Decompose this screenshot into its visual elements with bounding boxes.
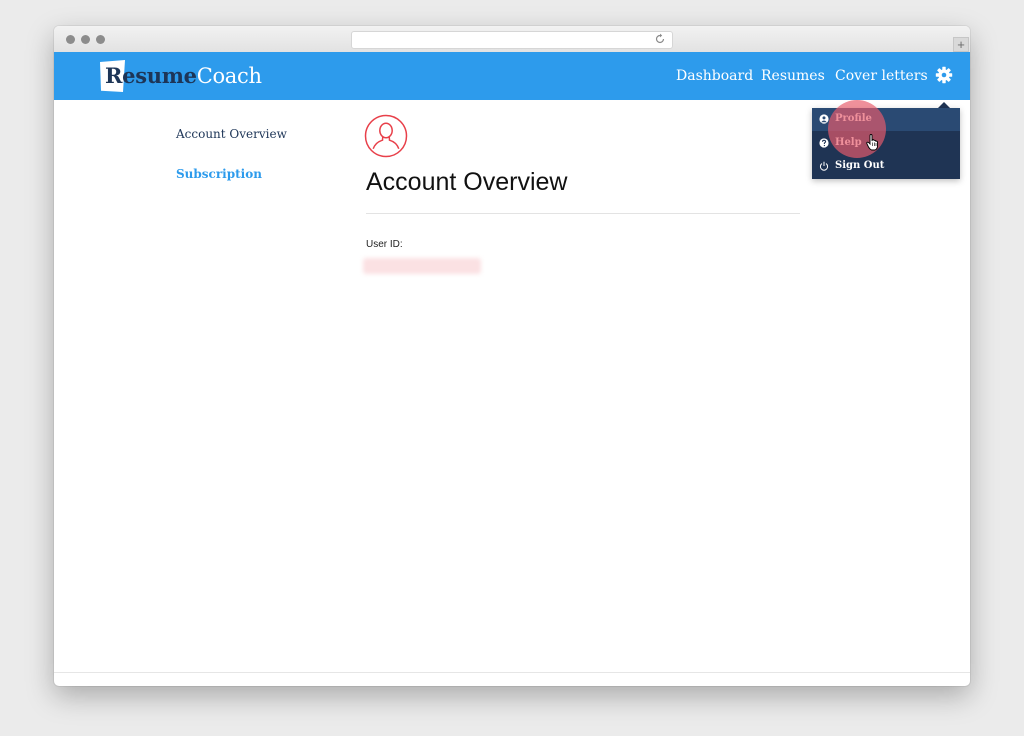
new-tab-icon[interactable]: + [953, 37, 969, 52]
nav-dashboard-link[interactable]: Dashboard [676, 67, 753, 85]
browser-window: + ResumeCoach Dashboard Resumes Cover le… [54, 26, 970, 686]
dropdown-item-label: Help [835, 137, 862, 148]
dropdown-item-help[interactable]: Help [812, 132, 960, 155]
logo-text: ResumeCoach [105, 63, 262, 89]
browser-titlebar: + [54, 26, 970, 53]
nav-resumes-link[interactable]: Resumes [761, 67, 825, 85]
title-divider [366, 213, 800, 214]
minimize-window-button[interactable] [81, 35, 90, 44]
user-id-value-redacted [363, 258, 481, 274]
maximize-window-button[interactable] [96, 35, 105, 44]
logo-text-resume: Resume [105, 63, 197, 88]
user-id-label: User ID: [366, 239, 403, 250]
footer-divider [54, 672, 970, 673]
page-title: Account Overview [366, 168, 568, 196]
gear-icon[interactable] [935, 66, 953, 84]
sidebar-item-account-overview[interactable]: Account Overview [176, 126, 287, 142]
dropdown-item-label: Sign Out [835, 160, 885, 171]
address-bar[interactable] [351, 31, 673, 49]
nav-cover-letters-link[interactable]: Cover letters [835, 67, 928, 85]
dropdown-item-sign-out[interactable]: Sign Out [812, 155, 960, 178]
dropdown-item-label: Profile [835, 113, 872, 124]
user-circle-icon [819, 114, 829, 124]
top-navbar: ResumeCoach Dashboard Resumes Cover lett… [54, 52, 970, 100]
sidebar-item-subscription[interactable]: Subscription [176, 166, 262, 182]
question-circle-icon [819, 138, 829, 148]
reload-icon[interactable] [654, 33, 666, 45]
power-icon [819, 161, 829, 171]
user-avatar-icon [364, 114, 408, 158]
settings-dropdown-menu: Profile Help Sign Out [812, 108, 960, 179]
logo-text-coach: Coach [196, 64, 262, 88]
close-window-button[interactable] [66, 35, 75, 44]
dropdown-item-profile[interactable]: Profile [812, 108, 960, 131]
